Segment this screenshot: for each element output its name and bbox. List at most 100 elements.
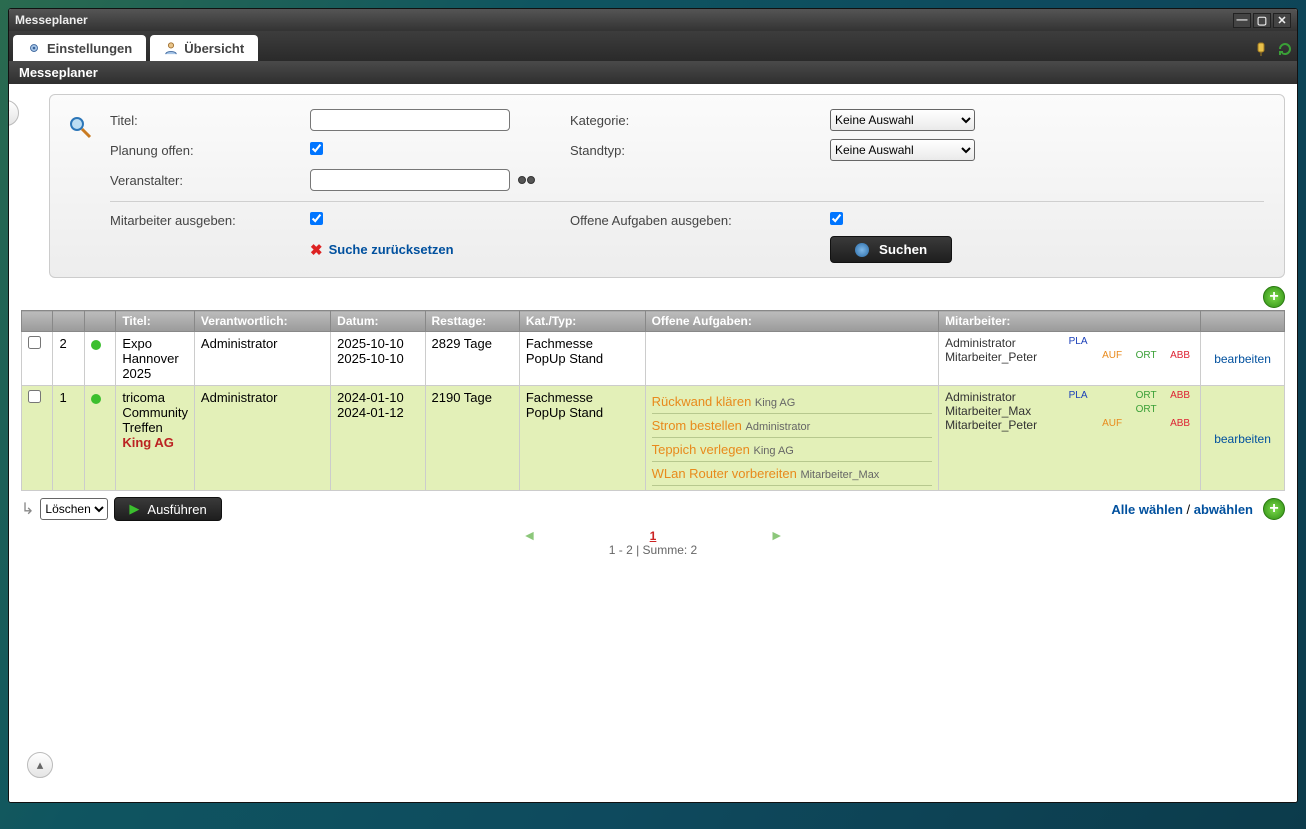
employees-out-label: Mitarbeiter ausgeben:	[110, 213, 310, 228]
row-checkbox[interactable]	[28, 336, 41, 349]
col-check	[22, 311, 53, 332]
close-button[interactable]: ✕	[1273, 13, 1291, 28]
execute-button[interactable]: ▶Ausführen	[114, 497, 221, 521]
col-cat: Kat./Typ:	[519, 311, 645, 332]
title-input[interactable]	[310, 109, 510, 131]
table-row: 2 ExpoHannover2025Administrator2025-10-10…	[22, 332, 1285, 386]
footer-bar: ↳ Löschen ▶Ausführen Alle wählen / abwäh…	[21, 497, 1285, 521]
row-title: ExpoHannover2025	[116, 332, 195, 386]
reset-search-link[interactable]: ✖Suche zurücksetzen	[310, 241, 454, 259]
status-dot-icon	[91, 394, 101, 404]
standtype-select[interactable]: Keine Auswahl	[830, 139, 975, 161]
category-select[interactable]: Keine Auswahl	[830, 109, 975, 131]
row-responsible: Administrator	[194, 386, 330, 491]
select-all-link[interactable]: Alle wählen	[1111, 502, 1183, 517]
row-title: tricomaCommunityTreffenKing AG	[116, 386, 195, 491]
col-edit	[1201, 311, 1285, 332]
expand-button[interactable]: ▴	[27, 752, 53, 778]
open-tasks-out-label: Offene Aufgaben ausgeben:	[570, 213, 830, 228]
deselect-all-link[interactable]: abwählen	[1194, 502, 1253, 517]
refresh-icon[interactable]	[1277, 41, 1293, 57]
col-id	[53, 311, 84, 332]
magnifier-icon	[68, 115, 92, 139]
minimize-button[interactable]: —	[1233, 13, 1251, 28]
search-button[interactable]: Suchen	[830, 236, 952, 263]
task-link[interactable]: WLan Router vorbereiten Mitarbeiter_Max	[652, 466, 880, 481]
add-button-top[interactable]: +	[1263, 286, 1285, 308]
page-subheader: Messeplaner	[9, 61, 1297, 84]
search-panel: Titel: Kategorie: Keine Auswahl Planung …	[49, 94, 1285, 278]
maximize-button[interactable]: ▢	[1253, 13, 1271, 28]
collapse-search-button[interactable]: ▾	[9, 100, 19, 126]
search-icon	[855, 243, 869, 257]
row-employees: AdministratorPLAORTABBMitarbeiter_MaxORT…	[939, 386, 1201, 491]
employee-row: Mitarbeiter_PeterAUFABB	[945, 418, 1194, 432]
row-employees: AdministratorPLAMitarbeiter_PeterAUFORTA…	[939, 332, 1201, 386]
title-label: Titel:	[110, 113, 310, 128]
employees-out-checkbox[interactable]	[310, 212, 323, 225]
row-tasks	[645, 332, 938, 386]
employee-row: Mitarbeiter_MaxORT	[945, 404, 1194, 418]
arrow-icon: ↳	[21, 499, 34, 519]
planning-open-label: Planung offen:	[110, 143, 310, 158]
tab-settings[interactable]: Einstellungen	[13, 35, 146, 61]
category-label: Kategorie:	[570, 113, 830, 128]
row-cat: FachmessePopUp Stand	[519, 332, 645, 386]
col-date: Datum:	[331, 311, 425, 332]
col-rest: Resttage:	[425, 311, 519, 332]
titlebar: Messeplaner — ▢ ✕	[9, 9, 1297, 31]
row-date: 2024-01-102024-01-12	[331, 386, 425, 491]
results-table: Titel: Verantwortlich: Datum: Resttage: …	[21, 310, 1285, 491]
col-responsible: Verantwortlich:	[194, 311, 330, 332]
organizer-input[interactable]	[310, 169, 510, 191]
row-date: 2025-10-102025-10-10	[331, 332, 425, 386]
row-rest: 2190 Tage	[425, 386, 519, 491]
gear-icon	[27, 41, 41, 55]
next-page-icon[interactable]: ►	[660, 527, 894, 543]
employee-row: AdministratorPLA	[945, 336, 1194, 350]
add-button-bottom[interactable]: +	[1263, 498, 1285, 520]
row-checkbox[interactable]	[28, 390, 41, 403]
col-title: Titel:	[116, 311, 195, 332]
pager-summary: 1 - 2 | Summe: 2	[609, 543, 697, 557]
employee-row: Mitarbeiter_PeterAUFORTABB	[945, 350, 1194, 364]
row-tasks: Rückwand klären King AG Strom bestellen A…	[645, 386, 938, 491]
task-link[interactable]: Strom bestellen Administrator	[652, 418, 811, 433]
row-id: 2	[53, 332, 84, 386]
planning-open-checkbox[interactable]	[310, 142, 323, 155]
pager: ◄ 1 ► 1 - 2 | Summe: 2	[21, 527, 1285, 557]
organizer-label: Veranstalter:	[110, 173, 310, 188]
edit-link[interactable]: bearbeiten	[1214, 352, 1271, 366]
app-window: Messeplaner — ▢ ✕ Einstellungen Übersich…	[8, 8, 1298, 803]
tab-bar: Einstellungen Übersicht	[9, 31, 1297, 61]
row-responsible: Administrator	[194, 332, 330, 386]
row-id: 1	[53, 386, 84, 491]
col-status	[84, 311, 115, 332]
play-icon: ▶	[129, 501, 139, 517]
task-link[interactable]: Rückwand klären King AG	[652, 394, 796, 409]
row-rest: 2829 Tage	[425, 332, 519, 386]
col-tasks: Offene Aufgaben:	[645, 311, 938, 332]
content-area: ▾ Titel: Kategorie: Keine Auswahl Planun…	[9, 84, 1297, 802]
task-link[interactable]: Teppich verlegen King AG	[652, 442, 794, 457]
x-icon: ✖	[310, 241, 323, 259]
col-emp: Mitarbeiter:	[939, 311, 1201, 332]
page-number[interactable]: 1	[650, 529, 657, 543]
bulk-action-select[interactable]: Löschen	[40, 498, 108, 520]
edit-link[interactable]: bearbeiten	[1214, 432, 1271, 446]
tab-settings-label: Einstellungen	[47, 41, 132, 56]
tab-overview-label: Übersicht	[184, 41, 244, 56]
prev-page-icon[interactable]: ◄	[412, 527, 646, 543]
row-cat: FachmessePopUp Stand	[519, 386, 645, 491]
open-tasks-out-checkbox[interactable]	[830, 212, 843, 225]
status-dot-icon	[91, 340, 101, 350]
employee-row: AdministratorPLAORTABB	[945, 390, 1194, 404]
pin-icon[interactable]	[1253, 41, 1269, 57]
binoculars-icon[interactable]	[518, 176, 535, 184]
user-icon	[164, 41, 178, 55]
tab-overview[interactable]: Übersicht	[150, 35, 258, 61]
window-controls: — ▢ ✕	[1233, 13, 1291, 28]
table-row: 1tricomaCommunityTreffenKing AGAdministr…	[22, 386, 1285, 491]
standtype-label: Standtyp:	[570, 143, 830, 158]
window-title: Messeplaner	[15, 13, 88, 27]
